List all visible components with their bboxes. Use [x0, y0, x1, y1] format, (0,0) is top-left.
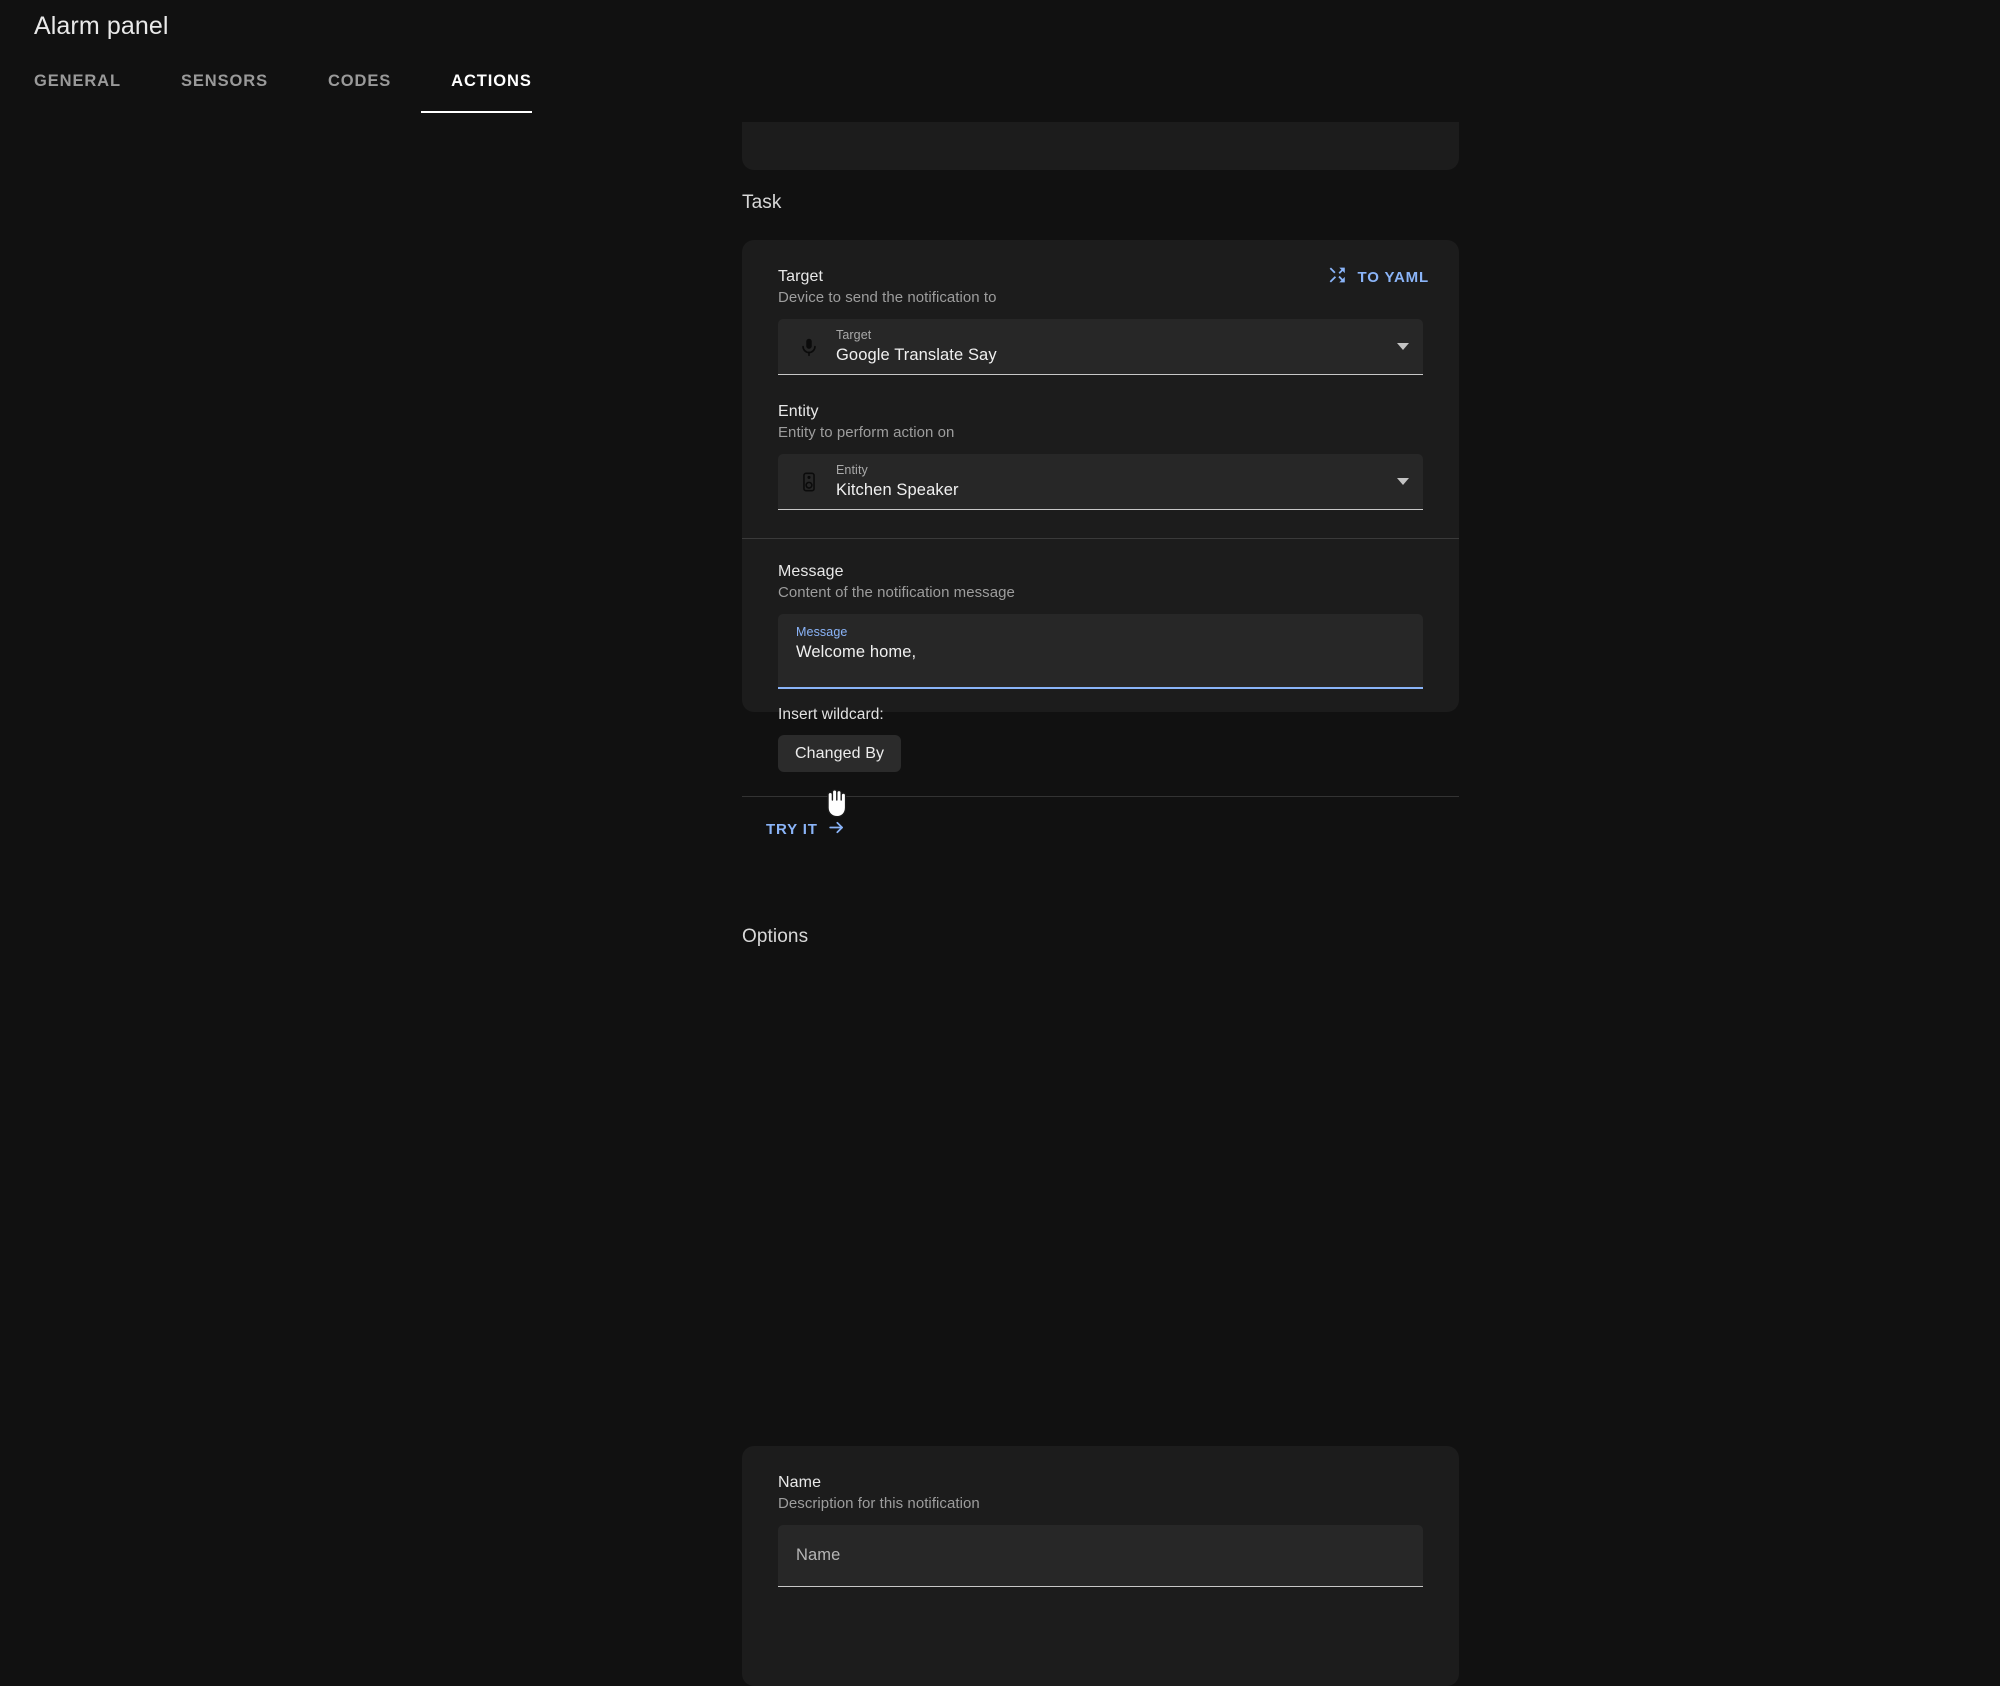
page-title: Alarm panel: [34, 12, 169, 40]
tab-sensors[interactable]: SENSORS: [151, 72, 298, 113]
entity-input-wrapper[interactable]: Entity Kitchen Speaker: [778, 454, 1423, 510]
entity-field-label: Entity: [836, 462, 868, 477]
target-description: Device to send the notification to: [778, 289, 997, 306]
task-card-actions: TRY IT: [742, 796, 1459, 862]
wildcard-chip-row: Changed By: [778, 735, 1423, 772]
arrow-right-icon: [827, 818, 846, 841]
insert-wildcard-label: Insert wildcard:: [778, 706, 884, 723]
message-value: Welcome home,: [796, 643, 917, 661]
entity-select[interactable]: Entity Kitchen Speaker: [778, 454, 1423, 510]
target-field-label: Target: [836, 327, 872, 342]
name-field-block: Name Description for this notification N…: [742, 1446, 1459, 1587]
target-input-wrapper[interactable]: Target Google Translate Say: [778, 319, 1423, 375]
options-section-title: Options: [742, 926, 809, 947]
chevron-down-icon[interactable]: [1397, 343, 1409, 350]
speaker-icon: [796, 469, 822, 495]
entity-value: Kitchen Speaker: [836, 480, 959, 499]
name-placeholder: Name: [796, 1546, 841, 1564]
target-field-block: Target Device to send the notification t…: [742, 240, 1459, 375]
message-field-block: Message Content of the notification mess…: [742, 539, 1459, 772]
try-it-label: TRY IT: [766, 821, 818, 838]
microphone-icon: [796, 334, 822, 360]
wildcard-chip-changed-by[interactable]: Changed By: [778, 735, 902, 772]
tab-general[interactable]: GENERAL: [34, 72, 151, 113]
task-section-title: Task: [742, 192, 782, 213]
entity-field-block: Entity Entity to perform action on Entit…: [742, 375, 1459, 510]
message-field-label: Message: [796, 625, 848, 639]
name-description: Description for this notification: [778, 1495, 980, 1512]
tab-codes[interactable]: CODES: [298, 72, 421, 113]
tab-bar: GENERAL SENSORS CODES ACTIONS: [34, 72, 562, 122]
to-yaml-button[interactable]: TO YAML: [1326, 264, 1429, 290]
message-description: Content of the notification message: [778, 584, 1015, 601]
app-header: Alarm panel GENERAL SENSORS CODES ACTION…: [0, 0, 2000, 122]
scroll-content[interactable]: Task TO YAML Target Device to send the n…: [0, 0, 2000, 1686]
message-label: Message: [778, 563, 844, 580]
name-label: Name: [778, 1474, 822, 1491]
message-textarea[interactable]: Message Welcome home,: [778, 614, 1423, 689]
chevron-down-icon[interactable]: [1397, 478, 1409, 485]
task-card: TO YAML Target Device to send the notifi…: [742, 240, 1459, 838]
message-input-wrapper[interactable]: Message Welcome home,: [778, 614, 1423, 689]
shuffle-icon: [1326, 264, 1348, 290]
name-input-wrapper[interactable]: Name: [778, 1525, 1423, 1587]
entity-description: Entity to perform action on: [778, 424, 955, 441]
target-value: Google Translate Say: [836, 345, 997, 364]
to-yaml-label: TO YAML: [1357, 268, 1429, 286]
options-card: Name Description for this notification N…: [742, 1446, 1459, 1686]
name-input[interactable]: Name: [778, 1525, 1423, 1587]
target-select[interactable]: Target Google Translate Say: [778, 319, 1423, 375]
tab-actions[interactable]: ACTIONS: [421, 72, 562, 113]
try-it-button[interactable]: TRY IT: [766, 818, 846, 841]
entity-label: Entity: [778, 403, 819, 420]
